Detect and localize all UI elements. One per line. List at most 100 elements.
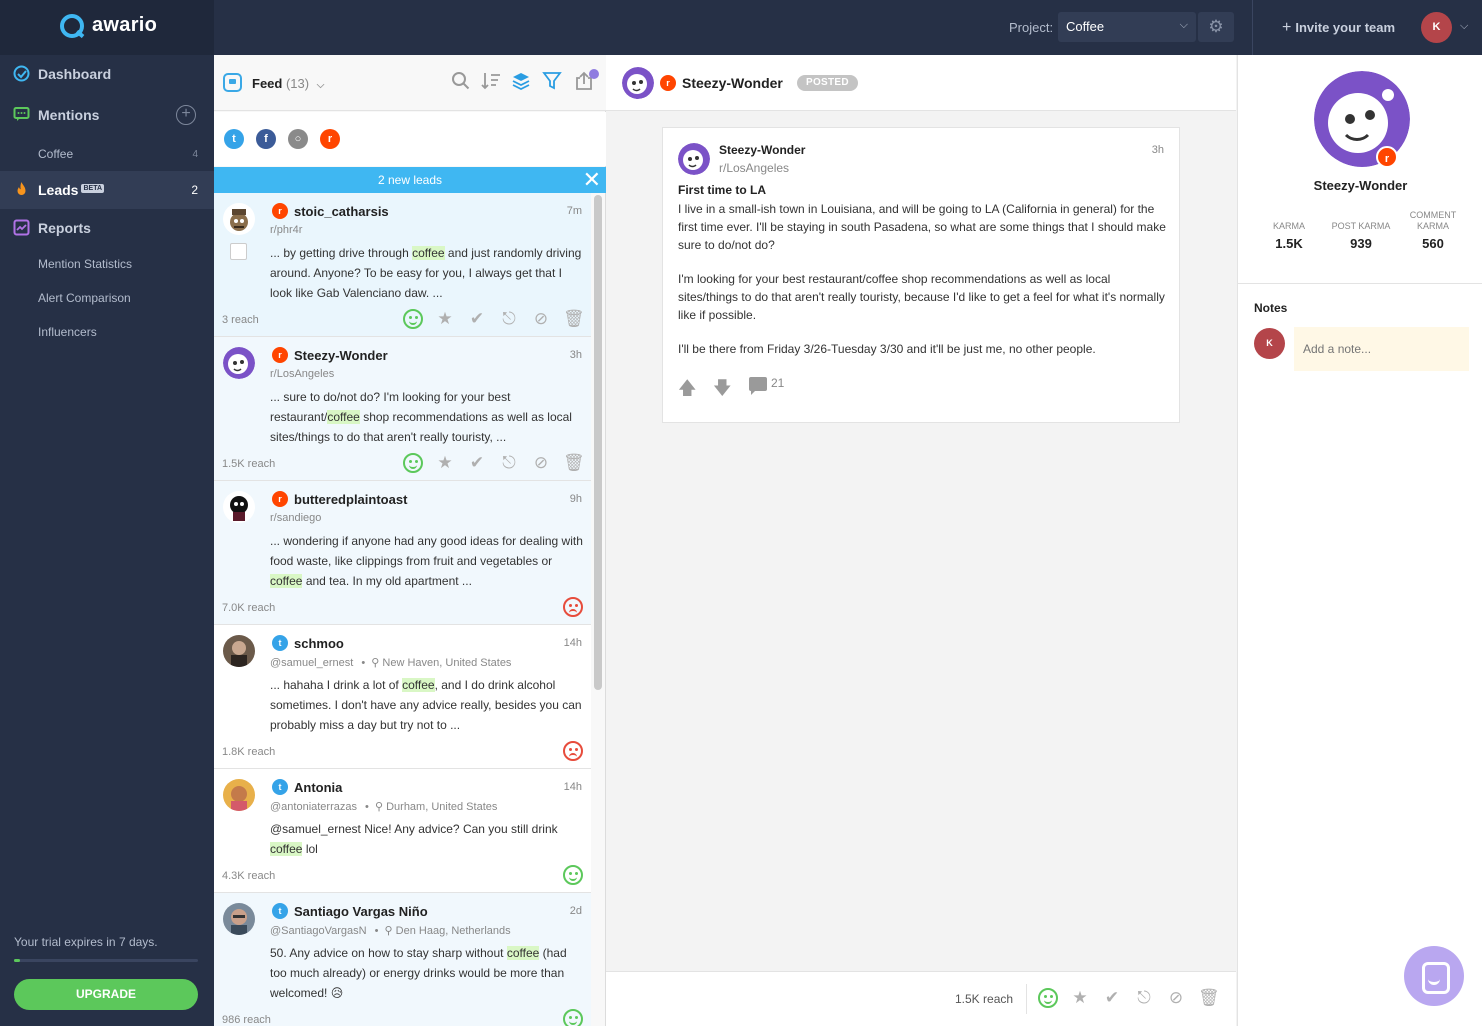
trash-icon[interactable]: 🗑 — [563, 453, 585, 473]
avatar — [678, 143, 710, 175]
profile-name[interactable]: Steezy-Wonder — [1238, 178, 1482, 193]
sentiment-positive-icon[interactable] — [563, 865, 583, 885]
mention-detail-panel: r Steezy-Wonder POSTED Steezy-Wonder r/L… — [606, 55, 1236, 1026]
item-actions — [551, 597, 583, 617]
trash-icon[interactable]: 🗑 — [1198, 988, 1220, 1008]
sentiment-negative-icon[interactable] — [563, 597, 583, 617]
mention-text: ... wondering if anyone had any good ide… — [270, 531, 586, 591]
twitter-filter-icon[interactable]: t — [224, 129, 244, 149]
keyword-highlight: coffee — [270, 574, 303, 588]
add-alert-button[interactable]: + — [176, 105, 196, 125]
check-icon[interactable]: ✔ — [1102, 988, 1122, 1008]
list-item[interactable]: r Steezy-Wonder 3h r/LosAngeles ... sure… — [214, 337, 591, 481]
handle: @SantiagoVargasN — [270, 925, 367, 937]
star-icon[interactable]: ★ — [435, 453, 455, 473]
app-logo-text: awario — [92, 14, 158, 36]
text-part: lol — [302, 842, 318, 856]
sentiment-positive-icon[interactable] — [1038, 988, 1058, 1008]
block-icon[interactable]: ⊘ — [1166, 988, 1186, 1008]
stat-value: 560 — [1422, 236, 1444, 251]
reddit-filter-icon[interactable]: r — [320, 129, 340, 149]
list-item[interactable]: r stoic_catharsis 7m r/phr4r ... by gett… — [214, 193, 591, 337]
chevron-down-icon[interactable]: ⌵ — [1460, 20, 1468, 33]
item-actions — [551, 1009, 583, 1026]
author-name[interactable]: Steezy-Wonder — [719, 143, 805, 157]
stat-value: 939 — [1350, 236, 1372, 251]
sidebar-item-leads[interactable]: Leads BETA 2 — [0, 171, 214, 209]
block-icon[interactable]: ⊘ — [531, 453, 551, 473]
sort-button[interactable] — [481, 71, 503, 93]
sidebar-item-reports[interactable]: Reports — [0, 209, 214, 247]
avatar — [223, 635, 255, 667]
search-button[interactable] — [451, 71, 473, 93]
location-text: Den Haag, Netherlands — [395, 925, 511, 937]
sentiment-positive-icon[interactable] — [563, 1009, 583, 1026]
tag-icon[interactable]: ⎋ — [1134, 988, 1154, 1008]
instagram-filter-icon[interactable]: ○ — [288, 129, 308, 149]
upvote-icon[interactable]: 🡅 — [678, 376, 697, 406]
text-part: and tea. In my old apartment ... — [302, 574, 472, 588]
sidebar-item-label: Leads BETA — [38, 182, 105, 198]
sidebar-item-dashboard[interactable]: Dashboard — [0, 55, 214, 93]
project-select[interactable]: Coffee ⌵ — [1058, 12, 1196, 42]
sentiment-negative-icon[interactable] — [563, 741, 583, 761]
author-name[interactable]: Steezy-Wonder — [294, 348, 388, 363]
sidebar-subitem-mention-statistics[interactable]: Mention Statistics — [38, 257, 132, 271]
upgrade-button[interactable]: UPGRADE — [14, 979, 198, 1010]
layers-button[interactable] — [511, 71, 533, 93]
reports-icon — [13, 219, 30, 236]
list-item[interactable]: t schmoo 14h @samuel_ernest • ⚲ New Haven… — [214, 625, 591, 769]
post-title: First time to LA — [678, 183, 767, 197]
sidebar-subitem-influencers[interactable]: Influencers — [38, 325, 97, 339]
timestamp: 9h — [569, 493, 582, 505]
tag-icon[interactable]: ⎋ — [499, 453, 519, 473]
chat-support-button[interactable] — [1404, 946, 1464, 1006]
sidebar-subitem-alert-comparison[interactable]: Alert Comparison — [38, 291, 131, 305]
keyword-highlight: coffee — [270, 842, 303, 856]
comments[interactable]: 21 — [749, 376, 784, 395]
trash-icon[interactable]: 🗑 — [563, 309, 585, 329]
block-icon[interactable]: ⊘ — [531, 309, 551, 329]
author-name[interactable]: schmoo — [294, 636, 344, 651]
list-item[interactable]: r butteredplaintoast 9h r/sandiego ... w… — [214, 481, 591, 625]
tag-icon[interactable]: ⎋ — [499, 309, 519, 329]
project-settings-button[interactable]: ⚙ — [1198, 12, 1234, 42]
author-name[interactable]: Antonia — [294, 780, 342, 795]
author-name[interactable]: stoic_catharsis — [294, 204, 389, 219]
invite-team-button[interactable]: + Invite your team — [1282, 19, 1395, 37]
list-item[interactable]: t Antonia 14h @antoniaterrazas • ⚲ Durham… — [214, 769, 591, 893]
check-icon[interactable]: ✔ — [467, 453, 487, 473]
timestamp: 2d — [569, 905, 582, 917]
feed-selector[interactable]: Feed (13) ⌵ — [252, 76, 324, 91]
author-name[interactable]: butteredplaintoast — [294, 492, 407, 507]
logo-area[interactable]: awario — [0, 0, 214, 55]
avatar — [223, 779, 255, 811]
facebook-filter-icon[interactable]: f — [256, 129, 276, 149]
user-avatar[interactable]: K — [1421, 12, 1452, 43]
select-checkbox[interactable] — [230, 243, 247, 260]
author-name[interactable]: Santiago Vargas Niño — [294, 904, 428, 919]
downvote-icon[interactable]: 🡇 — [713, 376, 732, 406]
list-item[interactable]: t Santiago Vargas Niño 2d @SantiagoVarga… — [214, 893, 591, 1026]
mention-text: ... sure to do/not do? I'm looking for y… — [270, 387, 586, 447]
subreddit[interactable]: r/LosAngeles — [719, 161, 789, 175]
add-note-input[interactable] — [1294, 327, 1469, 371]
subreddit: r/LosAngeles — [270, 368, 335, 380]
keyword-highlight: coffee — [402, 678, 435, 692]
location: • ⚲ New Haven, United States — [361, 657, 512, 669]
sentiment-positive-icon[interactable] — [403, 309, 423, 329]
check-icon[interactable]: ✔ — [467, 309, 487, 329]
close-icon[interactable]: ✕ — [583, 167, 601, 193]
star-icon[interactable]: ★ — [435, 309, 455, 329]
scrollbar[interactable] — [594, 195, 602, 690]
sidebar-subitem-coffee[interactable]: Coffee — [38, 147, 73, 161]
author-name[interactable]: Steezy-Wonder — [682, 75, 783, 91]
twitter-icon: t — [272, 779, 288, 795]
filter-icon — [542, 72, 562, 90]
item-actions — [551, 865, 583, 885]
new-leads-banner[interactable]: 2 new leads ✕ — [214, 167, 606, 193]
stat-label: POST KARMA — [1331, 221, 1391, 231]
filter-button[interactable] — [542, 71, 564, 93]
star-icon[interactable]: ★ — [1070, 988, 1090, 1008]
sentiment-positive-icon[interactable] — [403, 453, 423, 473]
